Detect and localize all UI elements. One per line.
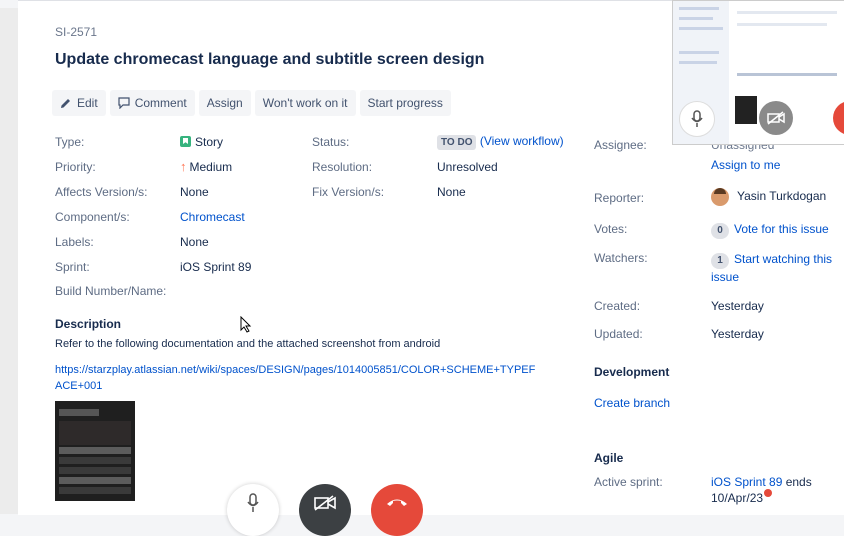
affects-label: Affects Version/s: xyxy=(55,185,148,199)
preview-line xyxy=(679,7,719,10)
thumb-row xyxy=(59,467,131,474)
preview-camera-button[interactable] xyxy=(759,101,793,135)
start-progress-button[interactable]: Start progress xyxy=(359,90,451,116)
camera-off-icon xyxy=(314,495,336,511)
reporter-name: Yasin Turkdogan xyxy=(737,189,827,204)
edit-label: Edit xyxy=(77,96,98,110)
edit-button[interactable]: Edit xyxy=(52,90,106,116)
view-workflow-link[interactable]: (View workflow) xyxy=(480,134,564,148)
development-heading: Development xyxy=(594,365,670,379)
status-label: Status: xyxy=(312,135,350,149)
hangup-button[interactable] xyxy=(371,484,423,536)
comment-label: Comment xyxy=(134,96,187,110)
mic-button[interactable] xyxy=(227,484,279,536)
hangup-icon xyxy=(387,499,407,506)
preview-line xyxy=(737,23,827,26)
components-label: Component/s: xyxy=(55,210,130,224)
updated-label: Updated: xyxy=(594,327,643,341)
assignee-label: Assignee: xyxy=(594,138,647,152)
thumb-header xyxy=(59,409,99,416)
thumb-row xyxy=(59,457,131,464)
screen-share-preview[interactable] xyxy=(672,0,844,145)
assign-to-me-link[interactable]: Assign to me xyxy=(711,158,780,172)
resolution-label: Resolution: xyxy=(312,160,373,174)
reporter-label: Reporter: xyxy=(594,191,645,205)
comment-button[interactable]: Comment xyxy=(109,90,195,116)
issue-title: Update chromecast language and subtitle … xyxy=(55,51,485,68)
cursor-icon xyxy=(240,316,252,333)
components-link[interactable]: Chromecast xyxy=(180,210,245,224)
mic-icon xyxy=(691,110,703,127)
agile-heading: Agile xyxy=(594,451,624,465)
preview-line xyxy=(679,27,723,30)
description-text: Refer to the following documentation and… xyxy=(55,338,441,350)
comment-icon xyxy=(118,97,130,109)
watch-link[interactable]: Start watching this issue xyxy=(711,252,832,284)
description-link[interactable]: https://starzplay.atlassian.net/wiki/spa… xyxy=(55,362,541,394)
preview-line xyxy=(679,61,717,64)
type-value: Story xyxy=(180,135,223,149)
preview-mic-button[interactable] xyxy=(679,101,715,137)
watchers-value: 1 Start watching this issue xyxy=(711,251,836,285)
priority-value: ↑ Medium xyxy=(180,159,232,174)
notification-dot xyxy=(764,489,772,497)
active-sprint-value: iOS Sprint 89 ends xyxy=(711,475,812,489)
priority-medium-icon: ↑ xyxy=(180,159,187,174)
fix-version-label: Fix Version/s: xyxy=(312,185,385,199)
watchers-count: 1 xyxy=(711,253,729,269)
preview-hangup-button[interactable] xyxy=(833,101,844,135)
thumb-row xyxy=(59,477,131,484)
sprint-label: Sprint: xyxy=(55,260,90,274)
reporter-value[interactable]: Yasin Turkdogan xyxy=(711,188,826,206)
status-value: TO DO (View workflow) xyxy=(437,134,564,150)
preview-line xyxy=(679,17,713,20)
labels-value: None xyxy=(180,235,209,249)
preview-line xyxy=(737,11,837,14)
build-label: Build Number/Name: xyxy=(55,284,167,298)
votes-label: Votes: xyxy=(594,222,628,236)
issue-toolbar: Edit Comment Assign Won't work on it Sta… xyxy=(52,90,451,116)
create-branch-link[interactable]: Create branch xyxy=(594,396,670,410)
thumb-row xyxy=(59,487,131,494)
description-heading: Description xyxy=(55,317,122,331)
vote-link[interactable]: Vote for this issue xyxy=(734,222,829,236)
story-icon xyxy=(180,136,191,147)
active-sprint-link[interactable]: iOS Sprint 89 xyxy=(711,475,782,489)
priority-text: Medium xyxy=(189,160,233,174)
left-gutter xyxy=(0,8,18,514)
avatar xyxy=(711,188,729,206)
fix-version-value: None xyxy=(437,185,466,199)
sprint-end-date: 10/Apr/23 xyxy=(711,491,764,505)
issue-key[interactable]: SI-2571 xyxy=(55,25,97,39)
preview-image xyxy=(735,96,757,124)
labels-label: Labels: xyxy=(55,235,94,249)
resolution-value: Unresolved xyxy=(437,160,498,174)
pencil-icon xyxy=(61,99,70,108)
ends-text: ends xyxy=(782,475,812,489)
thumb-row xyxy=(59,447,131,454)
preview-line xyxy=(679,51,719,54)
type-label: Type: xyxy=(55,135,85,149)
created-value: Yesterday xyxy=(711,299,764,313)
priority-label: Priority: xyxy=(55,160,96,174)
assign-button[interactable]: Assign xyxy=(198,90,251,116)
votes-count: 0 xyxy=(711,223,729,239)
mic-icon xyxy=(247,493,259,512)
camera-off-icon xyxy=(767,111,785,125)
active-sprint-label: Active sprint: xyxy=(594,475,663,489)
attachment-thumbnail[interactable] xyxy=(55,401,135,501)
camera-button[interactable] xyxy=(299,484,351,536)
updated-value: Yesterday xyxy=(711,327,764,341)
thumb-image xyxy=(59,421,131,445)
preview-line xyxy=(737,73,837,76)
watchers-label: Watchers: xyxy=(594,251,648,265)
status-badge[interactable]: TO DO xyxy=(437,135,477,150)
type-text: Story xyxy=(195,135,224,149)
created-label: Created: xyxy=(594,299,641,313)
votes-value: 0 Vote for this issue xyxy=(711,222,829,239)
sprint-value: iOS Sprint 89 xyxy=(180,260,252,274)
affects-value: None xyxy=(180,185,209,199)
wont-work-button[interactable]: Won't work on it xyxy=(254,90,356,116)
